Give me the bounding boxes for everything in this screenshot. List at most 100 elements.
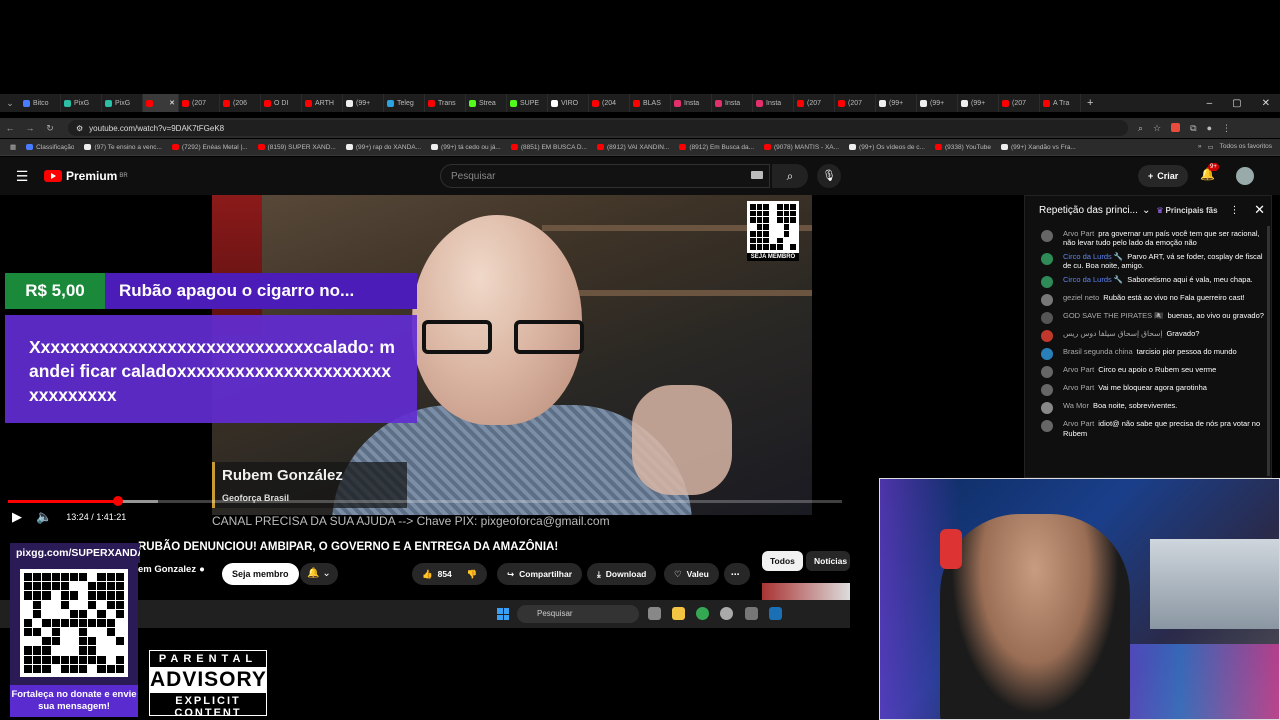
chat-avatar[interactable]	[1041, 348, 1053, 361]
browser-tab[interactable]: ✕	[143, 94, 179, 112]
tab-search-icon[interactable]: ⌄	[0, 98, 20, 109]
chat-author[interactable]: geziel neto	[1063, 293, 1099, 302]
bookmark-item[interactable]: (99+) Xandão vs Fra...	[1001, 144, 1076, 151]
subscription-bell-button[interactable]: 🔔 ⌄	[300, 563, 338, 585]
profile-icon[interactable]: ●	[1207, 123, 1212, 134]
keyboard-icon[interactable]	[751, 171, 763, 179]
browser-tab[interactable]: (99+	[917, 94, 958, 112]
download-button[interactable]: ⤓ Download	[587, 563, 657, 585]
browser-tab[interactable]: Insta	[712, 94, 753, 112]
voice-search-button[interactable]: 🎙	[817, 164, 841, 188]
progress-bar[interactable]	[8, 496, 842, 506]
like-button[interactable]: 👍 854 👎	[412, 563, 488, 585]
chevron-down-icon[interactable]: ⌄	[1142, 205, 1150, 216]
menu-hamburger-icon[interactable]: ☰	[0, 168, 44, 185]
bookmark-item[interactable]: (8159) SUPER XAND...	[257, 144, 336, 151]
bookmark-item[interactable]: (8912) VAI XANDIN...	[596, 144, 669, 151]
browser-tab[interactable]: VIRO	[548, 94, 589, 112]
play-icon[interactable]: ▶	[12, 509, 22, 525]
search-input[interactable]: Pesquisar	[440, 164, 770, 188]
forward-icon[interactable]: →	[20, 123, 40, 133]
progress-scrubber[interactable]	[113, 496, 124, 506]
all-bookmarks-link[interactable]: Todos os favoritos	[1220, 143, 1272, 151]
chat-author[interactable]: GOD SAVE THE PIRATES 🏴‍☠️	[1063, 311, 1164, 320]
chat-menu-icon[interactable]: ⋮	[1230, 205, 1240, 216]
app-icon[interactable]	[720, 607, 733, 620]
file-explorer-icon[interactable]	[672, 607, 685, 620]
channel-name[interactable]: em Gonzalez ●	[138, 564, 205, 575]
chat-author[interactable]: Circo da Lurds 🔧	[1063, 275, 1123, 284]
back-icon[interactable]: ←	[0, 123, 20, 133]
chat-avatar[interactable]	[1041, 402, 1053, 415]
bookmark-item[interactable]: (7292) Enéas Metal |...	[171, 144, 248, 151]
close-window-icon[interactable]: ✕	[1262, 98, 1270, 109]
join-member-button[interactable]: Seja membro	[222, 563, 299, 585]
browser-tab[interactable]: SUPE	[507, 94, 548, 112]
top-fans-filter[interactable]: ♛ Principais fãs	[1156, 206, 1217, 215]
new-tab-button[interactable]: +	[1087, 97, 1093, 109]
create-button[interactable]: + Criar	[1138, 165, 1189, 187]
bookmark-item[interactable]: (8851) EM BUSCA D...	[510, 144, 587, 151]
chat-avatar[interactable]	[1041, 384, 1053, 397]
youtube-logo[interactable]: Premium BR	[44, 169, 128, 183]
browser-tab[interactable]: A Tra	[1040, 94, 1081, 112]
chat-mode-dropdown[interactable]: Repetição das princi...	[1039, 205, 1138, 216]
chat-avatar[interactable]	[1041, 294, 1053, 307]
chat-author[interactable]: Brasil segunda china	[1063, 347, 1133, 356]
site-info-icon[interactable]: ⚙	[76, 124, 83, 133]
chat-author[interactable]: Wa Mor	[1063, 401, 1089, 410]
browser-tab[interactable]: Insta	[671, 94, 712, 112]
notifications-button[interactable]: 🔔 9+	[1200, 163, 1219, 181]
chat-author[interactable]: إسحاق إسحاق سيلفا دوس ريس	[1063, 329, 1162, 338]
taskbar-search[interactable]: Pesquisar	[517, 605, 639, 623]
browser-tab[interactable]: (99+	[958, 94, 999, 112]
browser-tab[interactable]: (207	[794, 94, 835, 112]
chat-avatar[interactable]	[1041, 312, 1053, 325]
bookmark-item[interactable]: (9338) YouTube	[934, 144, 991, 151]
bookmark-star-icon[interactable]: ☆	[1153, 123, 1161, 134]
close-chat-icon[interactable]: ✕	[1254, 202, 1271, 218]
chat-avatar[interactable]	[1041, 229, 1053, 242]
search-button[interactable]: ⌕	[772, 164, 808, 188]
browser-tab[interactable]: Bitco	[20, 94, 61, 112]
browser-tab[interactable]: O DI	[261, 94, 302, 112]
browser-menu-icon[interactable]: ⋮	[1222, 123, 1231, 134]
extension-icon[interactable]	[1171, 122, 1181, 132]
browser-tab[interactable]: PixG	[61, 94, 102, 112]
browser-tab[interactable]: Teleg	[384, 94, 425, 112]
video-player[interactable]: SEJA MEMBRO Rubem González Geoforça Bras…	[0, 195, 850, 530]
browser-tab[interactable]: Strea	[466, 94, 507, 112]
thanks-button[interactable]: ♡ Valeu	[664, 563, 719, 585]
bookmark-item[interactable]: (9078) MANTIS - XA...	[764, 144, 839, 151]
more-bookmarks-icon[interactable]: »	[1198, 143, 1202, 151]
chrome-icon[interactable]	[696, 607, 709, 620]
apps-grid-icon[interactable]: ▦	[10, 143, 16, 151]
chip-all[interactable]: Todos	[762, 551, 803, 571]
chat-avatar[interactable]	[1041, 366, 1053, 379]
browser-tab[interactable]: (207	[835, 94, 876, 112]
browser-tab[interactable]: (99+	[343, 94, 384, 112]
thumbs-down-icon[interactable]: 👎	[467, 569, 478, 580]
url-field[interactable]: ⚙ youtube.com/watch?v=9DAK7tFGeK8	[68, 120, 1128, 136]
more-actions-button[interactable]: ⋯	[724, 563, 750, 585]
bookmark-item[interactable]: Classificação	[26, 144, 74, 151]
bookmark-item[interactable]: (97) Te ensino a venc...	[84, 144, 162, 151]
maximize-icon[interactable]: ▢	[1232, 98, 1241, 109]
chat-author[interactable]: Circo da Lurds 🔧	[1063, 252, 1123, 261]
browser-tab[interactable]: (207	[999, 94, 1040, 112]
task-view-icon[interactable]	[648, 607, 661, 620]
chat-avatar[interactable]	[1041, 276, 1053, 289]
browser-tab[interactable]: ARTH	[302, 94, 343, 112]
browser-tab[interactable]: (99+	[876, 94, 917, 112]
browser-tab[interactable]: (207	[179, 94, 220, 112]
avatar[interactable]	[1236, 167, 1254, 185]
browser-tab[interactable]: BLAS	[630, 94, 671, 112]
browser-tab[interactable]: (206	[220, 94, 261, 112]
reload-icon[interactable]: ↻	[40, 123, 60, 134]
minimize-icon[interactable]: –	[1207, 98, 1213, 109]
chat-author[interactable]: Arvo Part	[1063, 229, 1094, 238]
bookmark-item[interactable]: (99+) Os vídeos de c...	[849, 144, 925, 151]
settings-icon[interactable]	[745, 607, 758, 620]
bookmark-item[interactable]: (99+) rap do XANDÃ...	[345, 144, 421, 151]
chat-avatar[interactable]	[1041, 330, 1053, 343]
